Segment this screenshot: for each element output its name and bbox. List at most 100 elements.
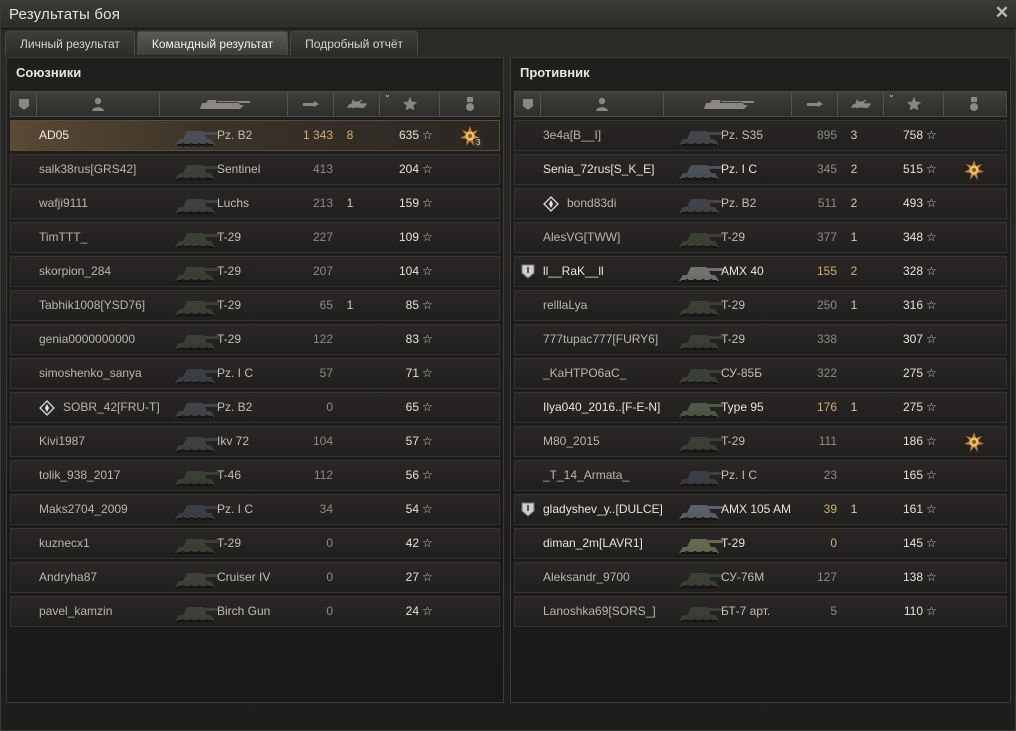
damage-value: 213 <box>312 196 333 210</box>
player-name: Ilya040_2016..[F-E-N] <box>543 400 661 414</box>
clan-shield-icon <box>521 264 535 279</box>
tank-icon <box>675 531 725 557</box>
tank-icon <box>675 327 725 353</box>
damage-column-icon[interactable] <box>288 92 334 116</box>
enemies-list: 3e4a[B__I] Pz. S35 895 3 758 ☆ Senia_72rus[S_K… <box>514 120 1007 630</box>
player-name: pavel_kamzin <box>39 604 113 618</box>
hero-medal-icon[interactable] <box>963 159 985 181</box>
enemies-player-row[interactable]: Aleksandr_9700 СУ-76М 127 138 ☆ <box>514 562 1007 593</box>
kills-value <box>837 427 871 456</box>
kills-value: 1 <box>850 400 858 414</box>
kills-value <box>333 495 367 524</box>
enemies-player-row[interactable]: ll__RaK__ll AMX 40 155 2 328 ☆ <box>514 256 1007 287</box>
allies-player-row[interactable]: Andryha87 Cruiser IV 0 27 ☆ <box>10 562 500 593</box>
kills-value <box>333 155 367 184</box>
kills-value: 2 <box>850 162 858 176</box>
enemies-player-row[interactable]: M80_2015 T-29 111 186 ☆ <box>514 426 1007 457</box>
experience-star-icon: ☆ <box>926 128 937 142</box>
kills-value <box>333 223 367 252</box>
enemies-player-row[interactable]: _KaHTPO6aC_ СУ-85Б 322 275 ☆ <box>514 358 1007 389</box>
enemies-player-row[interactable]: AlesVG[TWW] T-29 377 1 348 ☆ <box>514 222 1007 253</box>
squad-column-icon[interactable] <box>11 92 37 116</box>
experience-value: 104 <box>398 264 419 278</box>
allies-player-row[interactable]: tolik_938_2017 T-46 112 56 ☆ <box>10 460 500 491</box>
allies-player-row[interactable]: Tabhik1008[YSD76] T-29 65 1 85 ☆ <box>10 290 500 321</box>
experience-star-icon: ☆ <box>422 332 433 346</box>
enemies-player-row[interactable]: relllaLya T-29 250 1 316 ☆ <box>514 290 1007 321</box>
enemies-player-row[interactable]: Ilya040_2016..[F-E-N] Type 95 176 1 275 ☆ <box>514 392 1007 423</box>
experience-star-icon: ☆ <box>422 162 433 176</box>
damage-value: 0 <box>326 604 333 618</box>
allies-player-row[interactable]: wafji9111 Luchs 213 1 159 ☆ <box>10 188 500 219</box>
tank-icon <box>171 599 221 625</box>
allies-player-row[interactable]: skorpion_284 T-29 207 104 ☆ <box>10 256 500 287</box>
awards-column-icon[interactable] <box>440 92 500 116</box>
damage-column-icon[interactable] <box>792 92 838 116</box>
damage-value: 5 <box>830 604 837 618</box>
player-name: simoshenko_sanya <box>39 366 142 380</box>
player-name: salk38rus[GRS42] <box>39 162 137 176</box>
hero-medal-icon[interactable] <box>963 431 985 453</box>
experience-value: 165 <box>902 468 923 482</box>
kills-column-icon[interactable] <box>334 92 380 116</box>
kills-value <box>333 393 367 422</box>
experience-star-icon: ☆ <box>422 366 433 380</box>
kills-column-icon[interactable] <box>838 92 884 116</box>
experience-star-icon: ☆ <box>926 332 937 346</box>
experience-value: 275 <box>902 366 923 380</box>
player-column-icon[interactable] <box>37 92 160 116</box>
allies-player-row[interactable]: AD05 Pz. B2 1 343 8 635 ☆ 3 <box>10 120 500 151</box>
experience-column-icon[interactable]: ⌄ <box>380 90 440 116</box>
window-title: Результаты боя <box>9 6 121 23</box>
player-column-icon[interactable] <box>541 92 664 116</box>
allies-player-row[interactable]: TimTTT_ T-29 227 109 ☆ <box>10 222 500 253</box>
damage-value: 250 <box>816 298 837 312</box>
allies-player-row[interactable]: simoshenko_sanya Pz. I C 57 71 ☆ <box>10 358 500 389</box>
allies-player-row[interactable]: genia0000000000 T-29 122 83 ☆ <box>10 324 500 355</box>
enemies-player-row[interactable]: _T_14_Armata_ Pz. I C 23 165 ☆ <box>514 460 1007 491</box>
enemies-player-row[interactable]: 3e4a[B__I] Pz. S35 895 3 758 ☆ <box>514 120 1007 151</box>
experience-star-icon: ☆ <box>422 128 433 142</box>
enemies-player-row[interactable]: Lanoshka69[SORS_] БТ-7 арт. 5 110 ☆ <box>514 596 1007 627</box>
tank-icon <box>171 497 221 523</box>
tank-icon <box>171 157 221 183</box>
vehicle-column-icon[interactable] <box>664 92 792 116</box>
kills-value <box>333 597 367 626</box>
tab-personal-result[interactable]: Личный результат <box>5 31 135 55</box>
allies-player-row[interactable]: Kivi1987 Ikv 72 104 57 ☆ <box>10 426 500 457</box>
allies-player-row[interactable]: SOBR_42[FRU-T] Pz. B2 0 65 ☆ <box>10 392 500 423</box>
allies-player-row[interactable]: kuznecx1 T-29 0 42 ☆ <box>10 528 500 559</box>
tab-detailed-report[interactable]: Подробный отчёт <box>290 31 419 55</box>
vehicle-column-icon[interactable] <box>160 92 288 116</box>
enemies-player-row[interactable]: Senia_72rus[S_K_E] Pz. I C 345 2 515 ☆ <box>514 154 1007 185</box>
experience-value: 328 <box>902 264 923 278</box>
medal-count-badge: 3 <box>474 138 483 148</box>
sort-descending-icon: ⌄ <box>888 90 895 99</box>
allies-player-row[interactable]: pavel_kamzin Birch Gun 0 24 ☆ <box>10 596 500 627</box>
enemies-title: Противник <box>520 65 590 80</box>
close-icon[interactable]: ✕ <box>993 4 1011 22</box>
damage-value: 0 <box>326 536 333 550</box>
experience-value: 138 <box>902 570 923 584</box>
allies-player-row[interactable]: salk38rus[GRS42] Sentinel 413 204 ☆ <box>10 154 500 185</box>
experience-value: 27 <box>405 570 419 584</box>
tab-team-result[interactable]: Командный результат <box>136 31 289 55</box>
experience-column-icon[interactable]: ⌄ <box>884 90 944 116</box>
enemies-player-row[interactable]: gladyshev_y..[DULCE] AMX 105 AM 39 1 161 ☆ <box>514 494 1007 525</box>
player-name: _T_14_Armata_ <box>543 468 630 482</box>
experience-star-icon: ☆ <box>926 400 937 414</box>
allies-player-row[interactable]: Maks2704_2009 Pz. I C 34 54 ☆ <box>10 494 500 525</box>
experience-star-icon: ☆ <box>926 434 937 448</box>
enemies-player-row[interactable]: bond83di Pz. B2 511 2 493 ☆ <box>514 188 1007 219</box>
squad-column-icon[interactable] <box>515 92 541 116</box>
player-name: Kivi1987 <box>39 434 86 448</box>
experience-star-icon: ☆ <box>422 536 433 550</box>
tank-icon <box>171 327 221 353</box>
awards-column-icon[interactable] <box>944 92 1004 116</box>
damage-value: 65 <box>319 298 333 312</box>
enemies-player-row[interactable]: 777tupac777[FURY6] T-29 338 307 ☆ <box>514 324 1007 355</box>
experience-value: 24 <box>405 604 419 618</box>
player-name: Maks2704_2009 <box>39 502 128 516</box>
enemies-player-row[interactable]: diman_2m[LAVR1] T-29 0 145 ☆ <box>514 528 1007 559</box>
damage-value: 111 <box>818 434 837 448</box>
